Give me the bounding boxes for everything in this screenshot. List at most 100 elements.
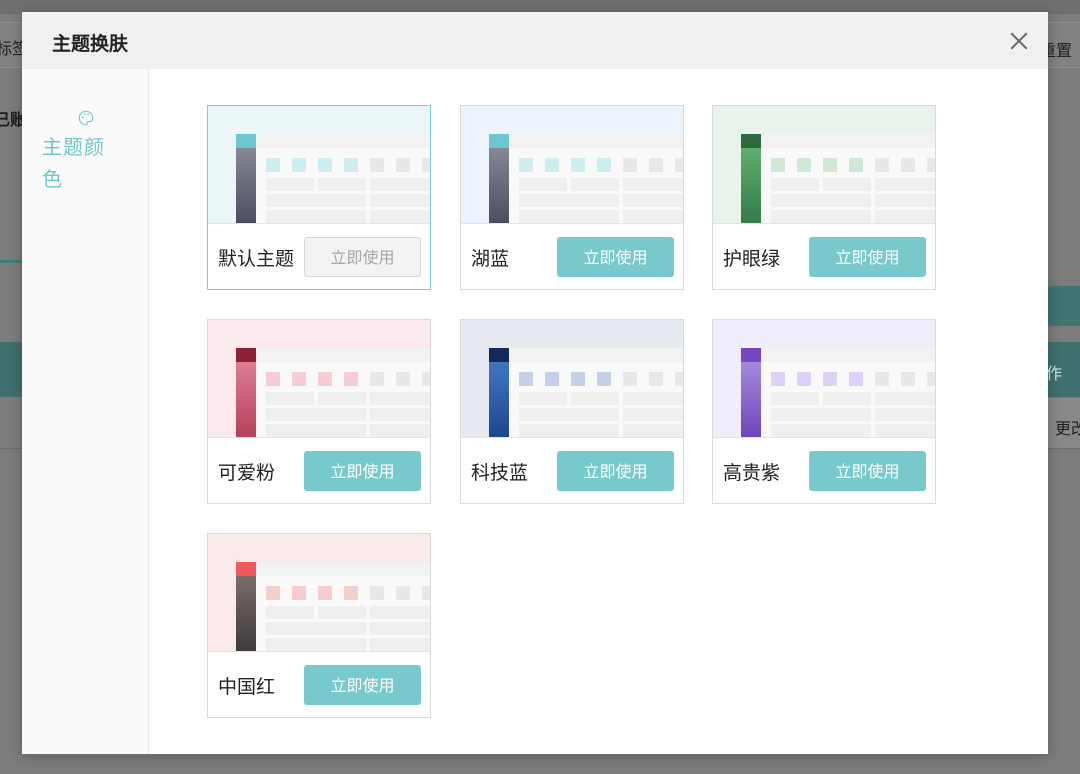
preview-grey-square [901, 372, 915, 386]
preview-accent-square [545, 158, 559, 172]
palette-icon [78, 110, 94, 126]
preview-row [823, 392, 871, 405]
preview-sidebar-top [489, 134, 509, 148]
preview-sidebar [236, 148, 256, 223]
preview-accent-square [292, 158, 306, 172]
preview-accent-square [344, 158, 358, 172]
apply-theme-button[interactable]: 立即使用 [557, 451, 674, 491]
preview-row [875, 178, 935, 191]
preview-grey-square [422, 586, 430, 600]
preview-row [519, 392, 567, 405]
preview-row [519, 210, 619, 223]
preview-grey-square [370, 586, 384, 600]
preview-row [318, 392, 366, 405]
preview-grey-square [927, 372, 935, 386]
preview-sidebar [741, 148, 761, 223]
preview-row [266, 408, 366, 421]
theme-card: 护眼绿 立即使用 [712, 105, 936, 290]
preview-grey-square [875, 372, 889, 386]
preview-accent-square [545, 372, 559, 386]
preview-accent-square [344, 586, 358, 600]
theme-name: 科技蓝 [471, 462, 529, 484]
preview-row [875, 392, 935, 405]
preview-accent-square [823, 372, 837, 386]
preview-sidebar-top [741, 134, 761, 148]
preview-accent-square [823, 158, 837, 172]
preview-sidebar [489, 362, 509, 437]
preview-band [713, 320, 935, 348]
theme-card: 湖蓝 立即使用 [460, 105, 684, 290]
preview-row [266, 606, 314, 619]
preview-accent-square [849, 158, 863, 172]
preview-header [761, 134, 935, 148]
preview-accent-square [597, 158, 611, 172]
preview-row [875, 210, 935, 223]
preview-row [771, 424, 871, 437]
apply-theme-button[interactable]: 立即使用 [809, 237, 926, 277]
backdrop-edit-text: 更改 [1055, 419, 1080, 438]
preview-row [623, 210, 683, 223]
preview-accent-square [266, 372, 280, 386]
preview-header [256, 562, 430, 576]
theme-name: 中国红 [218, 676, 276, 698]
preview-row [370, 638, 430, 651]
apply-theme-button[interactable]: 立即使用 [304, 451, 421, 491]
backdrop-op-text: 作 [1046, 364, 1063, 383]
preview-grey-square [675, 158, 683, 172]
theme-card: 科技蓝 立即使用 [460, 319, 684, 504]
preview-row [266, 210, 366, 223]
preview-row [266, 194, 366, 207]
apply-theme-button[interactable]: 立即使用 [557, 237, 674, 277]
preview-band [208, 320, 430, 348]
theme-card: 默认主题 立即使用 [207, 105, 431, 290]
theme-preview [461, 320, 683, 438]
preview-row [571, 178, 619, 191]
preview-row [370, 210, 430, 223]
preview-row [370, 424, 430, 437]
theme-preview [713, 106, 935, 224]
modal-sidebar: 主题颜色 [22, 69, 149, 754]
preview-grey-square [875, 158, 889, 172]
preview-grey-square [422, 158, 430, 172]
preview-accent-square [849, 372, 863, 386]
preview-row [266, 392, 314, 405]
preview-accent-square [318, 372, 332, 386]
preview-grey-square [623, 372, 637, 386]
preview-row [370, 408, 430, 421]
theme-preview [208, 320, 430, 438]
preview-row [266, 622, 366, 635]
apply-theme-button[interactable]: 立即使用 [809, 451, 926, 491]
apply-theme-button[interactable]: 立即使用 [304, 665, 421, 705]
preview-row [370, 606, 430, 619]
preview-grey-square [901, 158, 915, 172]
preview-header [256, 348, 430, 362]
backdrop-table-header-left [0, 342, 24, 397]
preview-row [771, 408, 871, 421]
preview-band [208, 534, 430, 562]
preview-accent-square [519, 158, 533, 172]
preview-accent-square [571, 372, 585, 386]
preview-row [623, 424, 683, 437]
theme-preview [208, 106, 430, 224]
preview-row [623, 408, 683, 421]
preview-accent-square [266, 158, 280, 172]
preview-grey-square [927, 158, 935, 172]
preview-row [823, 178, 871, 191]
preview-grey-square [396, 158, 410, 172]
preview-grey-square [675, 372, 683, 386]
preview-grey-square [370, 158, 384, 172]
sidebar-item-theme-color[interactable]: 主题颜色 [42, 109, 122, 195]
preview-sidebar-top [741, 348, 761, 362]
preview-row [771, 210, 871, 223]
preview-grey-square [396, 372, 410, 386]
close-icon[interactable] [1004, 26, 1034, 56]
preview-row [875, 194, 935, 207]
theme-card: 可爱粉 立即使用 [207, 319, 431, 504]
preview-row [623, 392, 683, 405]
preview-accent-square [597, 372, 611, 386]
preview-row [519, 408, 619, 421]
preview-accent-square [519, 372, 533, 386]
preview-header [509, 134, 683, 148]
preview-grey-square [396, 586, 410, 600]
preview-row [519, 424, 619, 437]
